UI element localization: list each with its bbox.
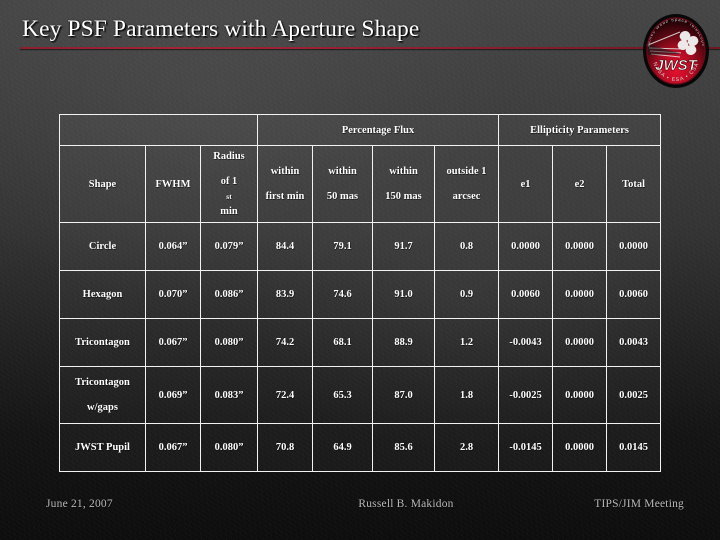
cell-e2: 0.0000 <box>552 270 608 319</box>
cell-within-first-min: 70.8 <box>257 423 314 472</box>
cell-within-150mas: 91.7 <box>372 222 436 271</box>
col-header-outside-1-arcsec: outside 1 arcsec <box>434 145 500 223</box>
cell-e1: 0.0060 <box>498 270 554 319</box>
cell-fwhm: 0.067” <box>145 423 201 472</box>
cell-shape-line2: w/gaps <box>87 402 118 413</box>
table-row: Tricontagon w/gaps 0.069” 0.083” 72.4 65… <box>59 366 662 424</box>
cell-total: 0.0060 <box>606 270 662 319</box>
cell-shape: Circle <box>59 222 146 271</box>
cell-within-150mas: 91.0 <box>372 270 436 319</box>
cell-e1: 0.0000 <box>498 222 554 271</box>
cell-total: 0.0043 <box>606 318 662 367</box>
page-title: Key PSF Parameters with Aperture Shape <box>22 16 420 42</box>
cell-fwhm: 0.070” <box>145 270 201 319</box>
cell-outside-1arcsec: 2.8 <box>434 423 500 472</box>
col-header-fwhm-line1: FWHM <box>155 178 191 190</box>
cell-within-first-min: 84.4 <box>257 222 314 271</box>
cell-e1: -0.0043 <box>498 318 554 367</box>
col-header-within-first-min: within first min <box>257 145 314 223</box>
cell-outside-1arcsec: 0.8 <box>434 222 500 271</box>
table-group-header-row: Percentage Flux Ellipticity Parameters <box>58 114 662 146</box>
col-header-fwhm: FWHM <box>145 145 201 223</box>
table-row: Circle 0.064” 0.079” 84.4 79.1 91.7 0.8 … <box>59 222 662 271</box>
jwst-logo: JWST NASA • ESA • CSA James Webb Space T… <box>636 8 716 94</box>
cell-radius: 0.083” <box>199 366 259 424</box>
slide-canvas: Key PSF Parameters with Aperture Shape J… <box>0 0 720 540</box>
col-header-e1: e1 <box>498 145 554 223</box>
cell-fwhm: 0.064” <box>145 222 201 271</box>
cell-within-150mas: 85.6 <box>372 423 436 472</box>
table-column-header-row: Shape FWHM Radius of 1st min within firs… <box>59 145 662 223</box>
col-header-radius-line1: Radius <box>213 151 245 162</box>
cell-radius: 0.079” <box>199 222 259 271</box>
cell-e2: 0.0000 <box>552 423 608 472</box>
col-header-within-50mas-line2: 50 mas <box>326 191 359 202</box>
col-header-within-50-mas: within 50 mas <box>312 145 374 223</box>
footer-date: June 21, 2007 <box>46 498 113 510</box>
cell-fwhm: 0.067” <box>145 318 201 367</box>
cell-e2: 0.0000 <box>552 366 608 424</box>
group-header-percentage-flux: Percentage Flux <box>257 114 500 146</box>
cell-total: 0.0145 <box>606 423 662 472</box>
col-header-total: Total <box>606 145 662 223</box>
cell-e1: -0.0145 <box>498 423 554 472</box>
col-header-total-line1: Total <box>622 178 646 190</box>
cell-within-50mas: 64.9 <box>312 423 374 472</box>
cell-shape: Tricontagon <box>59 318 146 367</box>
cell-within-first-min: 72.4 <box>257 366 314 424</box>
col-header-within-first-min-line2: first min <box>265 191 305 202</box>
psf-parameters-table-container: Percentage Flux Ellipticity Parameters S… <box>58 114 662 472</box>
col-header-e2: e2 <box>552 145 608 223</box>
cell-within-first-min: 83.9 <box>257 270 314 319</box>
col-header-within-150mas-line1: within <box>389 166 418 177</box>
col-header-radius-line2: of 1st min <box>201 174 257 219</box>
table-row: Hexagon 0.070” 0.086” 83.9 74.6 91.0 0.9… <box>59 270 662 319</box>
cell-radius: 0.080” <box>199 318 259 367</box>
cell-fwhm: 0.069” <box>145 366 201 424</box>
cell-outside-1arcsec: 1.8 <box>434 366 500 424</box>
table-row: JWST Pupil 0.067” 0.080” 70.8 64.9 85.6 … <box>59 423 662 472</box>
cell-e1: -0.0025 <box>498 366 554 424</box>
group-header-ellipticity-parameters: Ellipticity Parameters <box>498 114 662 146</box>
title-divider <box>20 47 720 49</box>
col-header-e1-line1: e1 <box>520 178 531 190</box>
cell-shape: Hexagon <box>59 270 146 319</box>
col-header-e2-line1: e2 <box>574 178 585 190</box>
cell-total: 0.0000 <box>606 222 662 271</box>
col-header-within-150-mas: within 150 mas <box>372 145 436 223</box>
cell-within-150mas: 87.0 <box>372 366 436 424</box>
cell-total: 0.0025 <box>606 366 662 424</box>
cell-outside-1arcsec: 1.2 <box>434 318 500 367</box>
col-header-outside-1arcsec-line1: outside 1 <box>446 166 487 177</box>
cell-radius: 0.080” <box>199 423 259 472</box>
psf-parameters-table: Percentage Flux Ellipticity Parameters S… <box>58 114 662 472</box>
col-header-within-first-min-line1: within <box>270 166 300 177</box>
cell-shape-line1: Tricontagon <box>75 377 130 388</box>
cell-within-50mas: 74.6 <box>312 270 374 319</box>
footer-meeting: TIPS/JIM Meeting <box>594 498 684 510</box>
col-header-radius-first-min: Radius of 1st min <box>199 145 259 223</box>
slide-footer: June 21, 2007 Russell B. Makidon TIPS/JI… <box>0 492 720 516</box>
cell-e2: 0.0000 <box>552 222 608 271</box>
cell-shape: Tricontagon w/gaps <box>59 366 146 424</box>
col-header-shape-line1: Shape <box>88 178 117 190</box>
cell-shape: JWST Pupil <box>59 423 146 472</box>
col-header-outside-1arcsec-line2: arcsec <box>452 191 481 202</box>
cell-outside-1arcsec: 0.9 <box>434 270 500 319</box>
cell-e2: 0.0000 <box>552 318 608 367</box>
col-header-within-150mas-line2: 150 mas <box>385 191 422 202</box>
cell-within-50mas: 68.1 <box>312 318 374 367</box>
cell-radius: 0.086” <box>199 270 259 319</box>
cell-within-50mas: 79.1 <box>312 222 374 271</box>
group-header-blank <box>58 114 259 146</box>
table-row: Tricontagon 0.067” 0.080” 74.2 68.1 88.9… <box>59 318 662 367</box>
ordinal-suffix: st <box>226 192 232 201</box>
footer-author: Russell B. Makidon <box>358 498 454 510</box>
cell-within-50mas: 65.3 <box>312 366 374 424</box>
cell-within-150mas: 88.9 <box>372 318 436 367</box>
cell-within-first-min: 74.2 <box>257 318 314 367</box>
col-header-shape: Shape <box>59 145 146 223</box>
col-header-within-50mas-line1: within <box>328 166 357 177</box>
